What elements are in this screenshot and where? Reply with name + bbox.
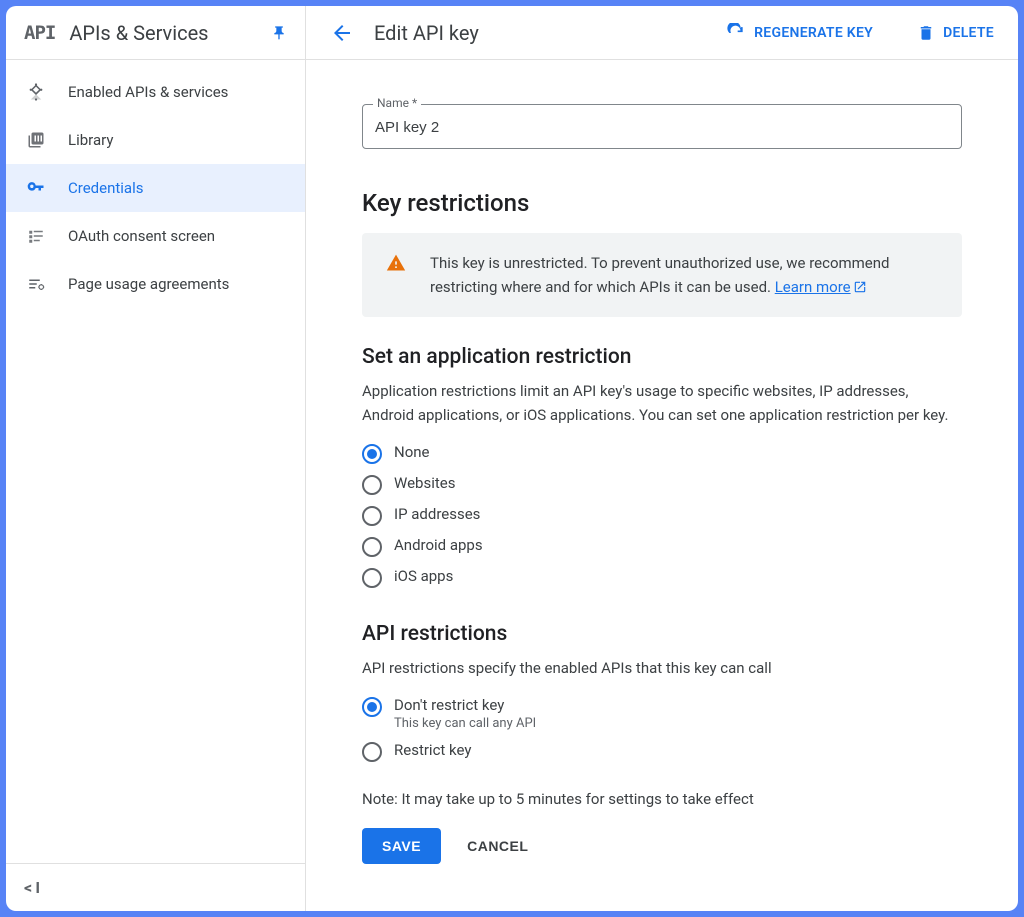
sidebar-collapse-button[interactable]: < I [6, 863, 305, 911]
back-button[interactable] [330, 21, 354, 45]
name-field-wrap: Name * [362, 104, 962, 149]
name-field-label: Name * [373, 96, 421, 110]
app-restriction-radio-group: None Websites IP addresses Android apps … [362, 443, 962, 588]
radio-icon [362, 697, 382, 717]
radio-label: None [394, 443, 430, 461]
sidebar-item-enabled-apis[interactable]: Enabled APIs & services [6, 68, 305, 116]
radio-label: iOS apps [394, 567, 453, 585]
api-restrictions-radio-group: Don't restrict key This key can call any… [362, 696, 962, 762]
page-title: Edit API key [374, 21, 682, 45]
radio-dont-restrict[interactable]: Don't restrict key This key can call any… [362, 696, 962, 731]
radio-none[interactable]: None [362, 443, 962, 464]
save-button[interactable]: SAVE [362, 828, 441, 864]
cancel-button[interactable]: CANCEL [467, 838, 528, 854]
key-icon [26, 178, 46, 198]
sidebar-item-label: Page usage agreements [68, 275, 229, 293]
diamond-icon [26, 82, 46, 102]
open-new-icon [853, 278, 867, 296]
radio-restrict-key[interactable]: Restrict key [362, 741, 962, 762]
sidebar: API APIs & Services Enabled APIs & servi… [6, 6, 306, 911]
note-text: Note: It may take up to 5 minutes for se… [362, 790, 962, 808]
radio-icon [362, 537, 382, 557]
alert-content: This key is unrestricted. To prevent una… [430, 251, 938, 299]
sidebar-nav: Enabled APIs & services Library Credenti… [6, 60, 305, 863]
sidebar-item-label: Credentials [68, 179, 143, 197]
unrestricted-warning-alert: This key is unrestricted. To prevent una… [362, 233, 962, 317]
sidebar-item-label: Library [68, 131, 113, 149]
name-input[interactable] [375, 119, 949, 136]
radio-label: Don't restrict key [394, 696, 536, 714]
key-restrictions-heading: Key restrictions [362, 189, 962, 217]
radio-label: Restrict key [394, 741, 471, 759]
radio-sublabel: This key can call any API [394, 716, 536, 731]
radio-icon [362, 475, 382, 495]
regenerate-key-label: REGENERATE KEY [754, 25, 873, 41]
radio-icon [362, 444, 382, 464]
form-actions: SAVE CANCEL [362, 828, 962, 864]
collapse-icon: < I [24, 878, 40, 897]
radio-label: Websites [394, 474, 455, 492]
main-header: Edit API key REGENERATE KEY DELETE [306, 6, 1018, 60]
sidebar-title: APIs & Services [69, 21, 257, 45]
app-restriction-heading: Set an application restriction [362, 345, 962, 369]
radio-websites[interactable]: Websites [362, 474, 962, 495]
settings-list-icon [26, 274, 46, 294]
refresh-icon [726, 23, 746, 43]
app-restriction-desc: Application restrictions limit an API ke… [362, 379, 962, 427]
regenerate-key-button[interactable]: REGENERATE KEY [726, 23, 873, 43]
sidebar-item-credentials[interactable]: Credentials [6, 164, 305, 212]
radio-label: IP addresses [394, 505, 480, 523]
delete-label: DELETE [943, 25, 994, 41]
radio-icon [362, 568, 382, 588]
sidebar-item-label: Enabled APIs & services [68, 83, 228, 101]
main: Edit API key REGENERATE KEY DELETE Name … [306, 6, 1018, 911]
sidebar-header: API APIs & Services [6, 6, 305, 60]
radio-android-apps[interactable]: Android apps [362, 536, 962, 557]
sidebar-item-library[interactable]: Library [6, 116, 305, 164]
trash-icon [917, 24, 935, 42]
main-body: Name * Key restrictions This key is unre… [306, 60, 1018, 911]
delete-button[interactable]: DELETE [917, 24, 994, 42]
radio-ios-apps[interactable]: iOS apps [362, 567, 962, 588]
library-icon [26, 130, 46, 150]
sidebar-item-page-usage-agreements[interactable]: Page usage agreements [6, 260, 305, 308]
radio-icon [362, 742, 382, 762]
api-restrictions-desc: API restrictions specify the enabled API… [362, 656, 962, 680]
api-restrictions-heading: API restrictions [362, 622, 962, 646]
consent-icon [26, 226, 46, 246]
api-logo-icon: API [24, 22, 55, 44]
sidebar-item-label: OAuth consent screen [68, 227, 215, 245]
pin-icon[interactable] [271, 25, 287, 41]
learn-more-link[interactable]: Learn more [775, 278, 867, 296]
radio-ip-addresses[interactable]: IP addresses [362, 505, 962, 526]
sidebar-item-oauth-consent[interactable]: OAuth consent screen [6, 212, 305, 260]
warning-icon [386, 253, 406, 273]
radio-label: Android apps [394, 536, 483, 554]
radio-icon [362, 506, 382, 526]
